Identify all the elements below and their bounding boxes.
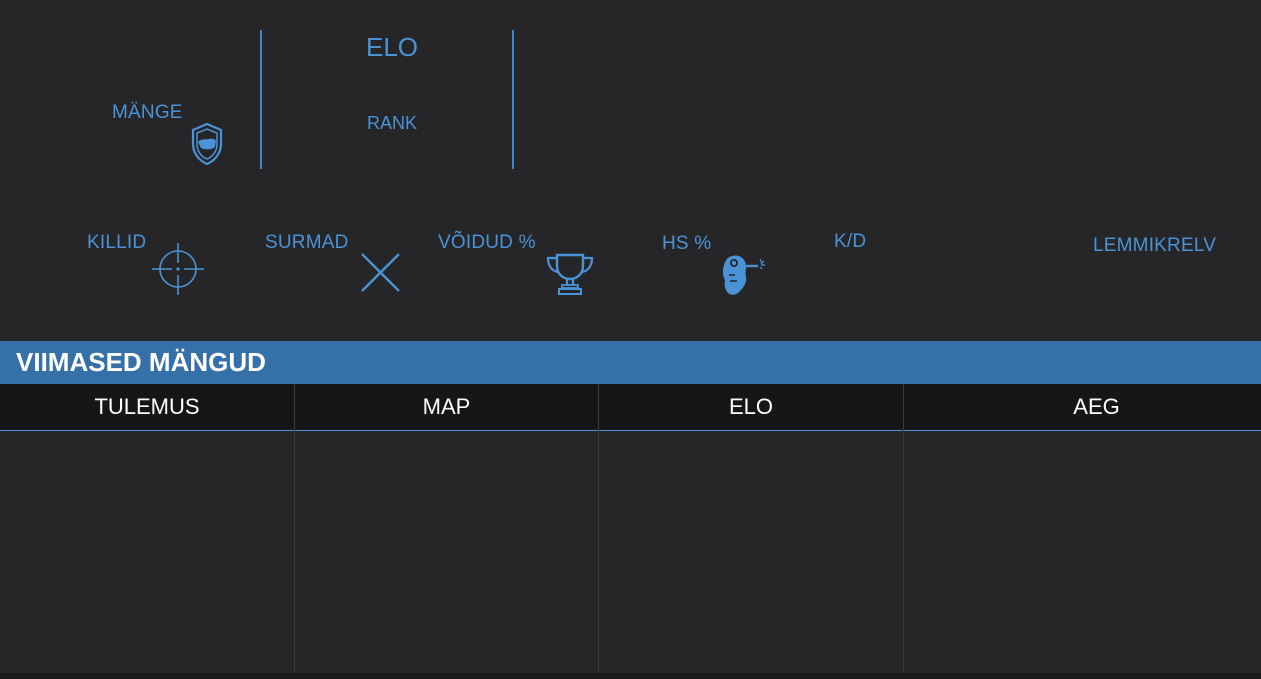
headshot-icon xyxy=(720,253,768,297)
recent-games-bar: VIIMASED MÄNGUD xyxy=(0,341,1261,384)
kills-label: KILLID xyxy=(87,232,147,253)
divider-right xyxy=(512,30,514,169)
column-header-time[interactable]: AEG xyxy=(904,384,1261,430)
kd-label: K/D xyxy=(834,231,867,252)
wins-label: VÕIDUD % xyxy=(438,232,536,253)
profile-panel: MÄNGE ELO RANK KILLID SURMAD VÕIDUD % HS… xyxy=(0,0,1261,673)
deaths-label: SURMAD xyxy=(265,232,349,253)
shield-icon xyxy=(190,122,224,166)
cross-icon xyxy=(360,252,402,294)
games-label: MÄNGE xyxy=(112,102,183,123)
recent-games-table-body xyxy=(0,431,1261,673)
crosshair-icon xyxy=(152,243,206,297)
hs-label: HS % xyxy=(662,233,712,254)
elo-label: ELO xyxy=(366,32,419,62)
rank-label: RANK xyxy=(367,113,418,133)
column-header-elo[interactable]: ELO xyxy=(599,384,903,430)
trophy-icon xyxy=(545,252,595,296)
column-header-result[interactable]: TULEMUS xyxy=(0,384,294,430)
recent-games-table-header: TULEMUS MAP ELO AEG xyxy=(0,384,1261,431)
recent-games-title: VIIMASED MÄNGUD xyxy=(16,347,266,377)
divider-left xyxy=(260,30,262,169)
fav-weapon-label: LEMMIKRELV xyxy=(1093,235,1217,256)
column-header-map[interactable]: MAP xyxy=(295,384,598,430)
